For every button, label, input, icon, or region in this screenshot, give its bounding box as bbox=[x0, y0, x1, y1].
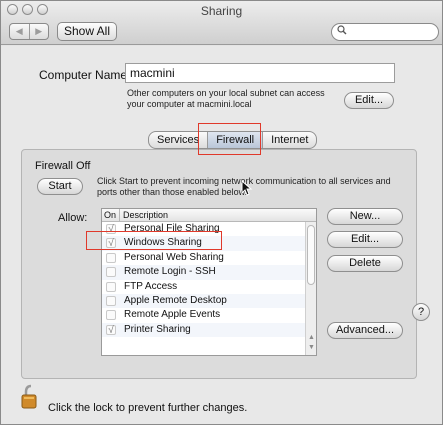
window-title: Sharing bbox=[200, 4, 243, 18]
list-item[interactable]: √ Printer Sharing bbox=[102, 322, 316, 338]
list-item[interactable]: Personal Web Sharing bbox=[102, 251, 316, 265]
computer-name-label: Computer Name: bbox=[39, 68, 131, 82]
forward-arrow-icon[interactable]: ▶ bbox=[28, 24, 49, 39]
search-field[interactable] bbox=[331, 23, 439, 41]
scrollbar-thumb[interactable] bbox=[307, 225, 315, 285]
help-button[interactable]: ? bbox=[412, 303, 430, 321]
show-all-button[interactable]: Show All bbox=[57, 22, 117, 41]
column-on[interactable]: On bbox=[102, 209, 120, 221]
advanced-button[interactable]: Advanced... bbox=[327, 322, 403, 339]
computer-name-help: Other computers on your local subnet can… bbox=[127, 88, 325, 109]
lock-message: Click the lock to prevent further change… bbox=[48, 402, 248, 414]
lock-icon[interactable] bbox=[21, 384, 41, 410]
back-arrow-icon[interactable]: ◀ bbox=[10, 24, 29, 39]
title-toolbar: Sharing ◀ ▶ Show All bbox=[1, 1, 442, 45]
item-label: Printer Sharing bbox=[124, 323, 191, 335]
list-item[interactable]: Apple Remote Desktop bbox=[102, 293, 316, 309]
checkbox[interactable] bbox=[106, 281, 116, 292]
computer-name-edit-button[interactable]: Edit... bbox=[344, 92, 394, 109]
computer-name-field[interactable]: macmini bbox=[125, 63, 395, 83]
checkbox[interactable] bbox=[106, 310, 116, 321]
item-label: Apple Remote Desktop bbox=[124, 294, 227, 306]
scroll-down-icon[interactable]: ▼ bbox=[308, 344, 315, 351]
scroll-up-icon[interactable]: ▲ bbox=[308, 334, 315, 341]
checkbox[interactable] bbox=[106, 252, 116, 263]
list-item[interactable]: Remote Login - SSH bbox=[102, 265, 316, 280]
windows-sharing-annotation bbox=[86, 231, 222, 250]
sharing-window: Sharing ◀ ▶ Show All Computer Name: macm… bbox=[0, 0, 443, 425]
list-item[interactable]: FTP Access bbox=[102, 280, 316, 294]
list-scrollbar[interactable]: ▲ ▼ bbox=[305, 222, 316, 355]
firewall-tab-annotation bbox=[198, 123, 261, 155]
column-description[interactable]: Description bbox=[120, 209, 316, 221]
allow-label: Allow: bbox=[58, 212, 88, 224]
start-button[interactable]: Start bbox=[37, 178, 83, 195]
delete-button[interactable]: Delete bbox=[327, 255, 403, 272]
search-icon bbox=[337, 25, 347, 38]
new-button[interactable]: New... bbox=[327, 208, 403, 225]
firewall-status: Firewall Off bbox=[35, 160, 91, 172]
checkbox[interactable]: √ bbox=[106, 324, 116, 335]
preferences-content: Computer Name: macmini Other computers o… bbox=[1, 46, 442, 424]
checkbox[interactable] bbox=[106, 295, 116, 306]
back-forward-control[interactable]: ◀ ▶ bbox=[9, 23, 49, 40]
item-label: Remote Login - SSH bbox=[124, 266, 216, 278]
item-label: Remote Apple Events bbox=[124, 309, 221, 321]
tab-internet[interactable]: Internet bbox=[262, 132, 316, 148]
mouse-pointer-icon bbox=[241, 180, 253, 196]
checkbox[interactable] bbox=[106, 267, 116, 278]
edit-button[interactable]: Edit... bbox=[327, 231, 403, 248]
item-label: FTP Access bbox=[124, 280, 178, 292]
list-item[interactable]: Remote Apple Events bbox=[102, 308, 316, 322]
item-label: Personal Web Sharing bbox=[124, 251, 224, 263]
list-header: On Description bbox=[102, 209, 316, 222]
